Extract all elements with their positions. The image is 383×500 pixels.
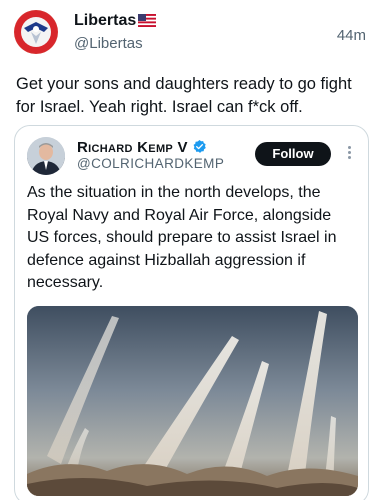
- quoted-post-card[interactable]: Richard Kemp V @COLRICHARDKEMP Follow As…: [14, 125, 369, 500]
- more-options-icon[interactable]: [345, 144, 353, 164]
- quoted-author-name-text[interactable]: Richard Kemp V: [77, 139, 188, 156]
- libertas-logo-icon: [15, 11, 57, 53]
- quoted-author-avatar[interactable]: [27, 137, 65, 175]
- author-name[interactable]: Libertas: [74, 12, 157, 30]
- quoted-author-handle[interactable]: @COLRICHARDKEMP: [77, 156, 224, 171]
- author-avatar[interactable]: [14, 10, 58, 54]
- quoted-post-text: As the situation in the north develops, …: [27, 184, 337, 291]
- author-handle[interactable]: @Libertas: [74, 35, 143, 52]
- verified-badge-icon: [193, 139, 206, 153]
- quoted-post-image[interactable]: [27, 306, 358, 496]
- missile-launch-image: [27, 306, 358, 496]
- post-header: Libertas @Libertas 44m: [14, 10, 370, 60]
- quoted-author-name[interactable]: Richard Kemp V: [77, 139, 207, 156]
- post-timestamp[interactable]: 44m: [337, 27, 366, 44]
- us-flag-icon: [138, 14, 157, 27]
- author-name-text[interactable]: Libertas: [74, 12, 136, 29]
- follow-button[interactable]: Follow: [255, 142, 331, 166]
- person-avatar-icon: [27, 137, 65, 175]
- post-text: Get your sons and daughters ready to go …: [16, 75, 352, 116]
